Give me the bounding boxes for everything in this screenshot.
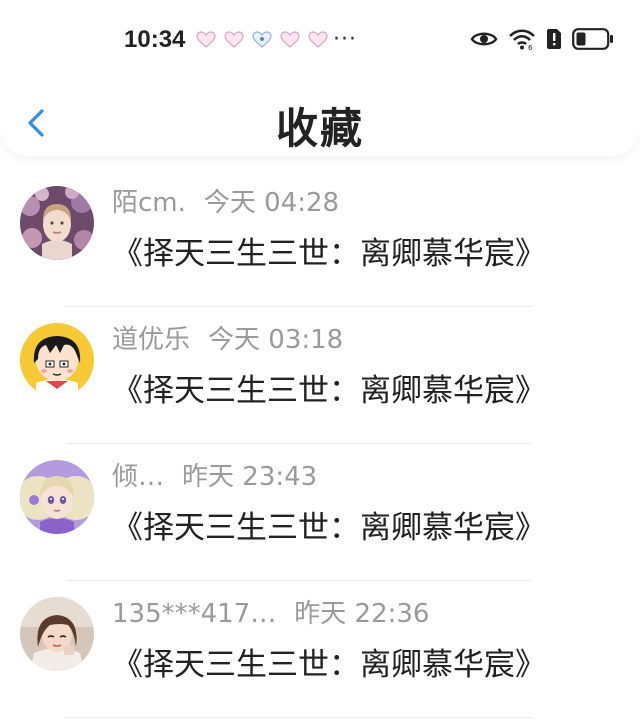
- book-title[interactable]: 《择天三生三世：离卿慕华宸》: [112, 228, 546, 273]
- heart-icon: [252, 31, 272, 48]
- list-item[interactable]: 135***417… 昨天 22:36 《择天三生三世：离卿慕华宸》: [0, 581, 640, 718]
- status-bar: 10:34 ··· 6: [0, 0, 640, 84]
- eye-icon: [470, 32, 498, 46]
- heart-icon: [196, 31, 216, 48]
- user-name[interactable]: 倾…: [112, 462, 164, 492]
- item-meta: 道优乐 今天 03:18: [112, 319, 343, 356]
- avatar-woman-flowers-image: [20, 186, 94, 260]
- divider: [66, 717, 532, 718]
- list-item[interactable]: 倾… 昨天 23:43 《择天三生三世：离卿慕华宸》: [0, 444, 640, 581]
- favorites-list: 陌cm. 今天 04:28 《择天三生三世：离卿慕华宸》 道优乐 今天 03:18 …: [0, 170, 640, 718]
- system-icons: 6: [470, 28, 614, 50]
- timestamp: 今天 03:18: [208, 325, 344, 355]
- svg-text:6: 6: [528, 44, 533, 50]
- avatar-cartoon-girl-image: [20, 323, 94, 397]
- notification-icons: [196, 31, 328, 49]
- user-name[interactable]: 道优乐: [112, 325, 190, 355]
- avatar[interactable]: [20, 186, 94, 260]
- user-name[interactable]: 135***417…: [112, 599, 276, 629]
- avatar[interactable]: [20, 323, 94, 397]
- battery-icon: [572, 28, 613, 50]
- timestamp: 昨天 22:36: [294, 599, 430, 629]
- more-notifications: ···: [333, 27, 357, 52]
- book-title[interactable]: 《择天三生三世：离卿慕华宸》: [112, 502, 546, 547]
- book-title[interactable]: 《择天三生三世：离卿慕华宸》: [112, 639, 546, 684]
- timestamp: 昨天 23:43: [182, 462, 318, 492]
- avatar-girl-photo-image: [20, 597, 94, 671]
- item-meta: 倾… 昨天 23:43: [112, 456, 317, 493]
- avatar[interactable]: [20, 597, 94, 671]
- sim-alert-icon: [547, 29, 561, 49]
- heart-icon: [224, 31, 244, 48]
- list-item[interactable]: 陌cm. 今天 04:28 《择天三生三世：离卿慕华宸》: [0, 170, 640, 307]
- timestamp: 今天 04:28: [203, 188, 340, 218]
- user-name[interactable]: 陌cm.: [112, 188, 186, 218]
- item-meta: 陌cm. 今天 04:28: [112, 182, 339, 219]
- status-time: 10:34: [124, 26, 186, 53]
- avatar-3d-doll-image: [20, 460, 94, 534]
- top-header: 10:34 ··· 6 收藏: [0, 0, 640, 156]
- item-meta: 135***417… 昨天 22:36: [112, 593, 429, 630]
- page-title: 收藏: [275, 104, 364, 153]
- heart-icon: [280, 31, 300, 48]
- wifi-icon: 6: [509, 29, 535, 50]
- heart-icon: [308, 31, 328, 48]
- list-item[interactable]: 道优乐 今天 03:18 《择天三生三世：离卿慕华宸》: [0, 307, 640, 444]
- avatar[interactable]: [20, 460, 94, 534]
- book-title[interactable]: 《择天三生三世：离卿慕华宸》: [112, 365, 546, 410]
